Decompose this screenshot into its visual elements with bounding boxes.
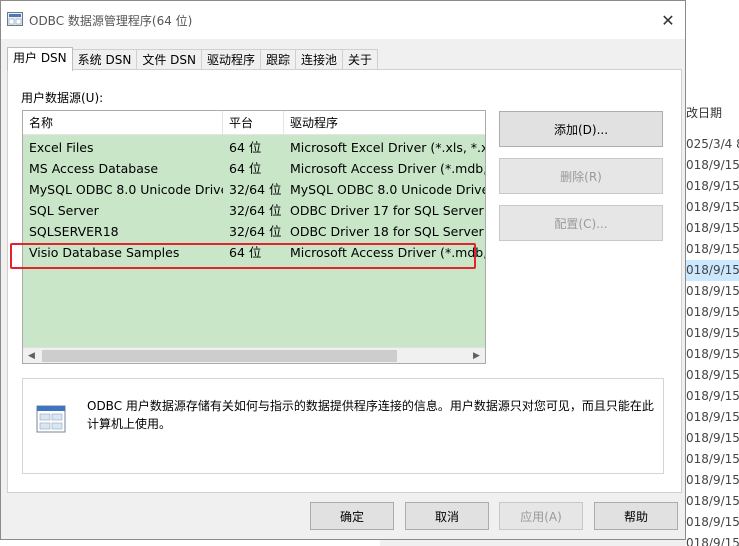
bg-date-item[interactable]: 018/9/15 [686,512,739,533]
row-name: Excel Files [29,140,94,155]
bg-date-item[interactable]: 018/9/15 [686,155,739,176]
bg-column-header-date[interactable]: 改日期 [686,104,722,121]
odbc-app-icon [7,12,23,26]
list-row-sql-server[interactable]: SQL Server 32/64 位 ODBC Driver 17 for SQ… [23,200,485,221]
row-name: Visio Database Samples [29,245,180,260]
data-source-icon [36,405,66,433]
column-header-platform[interactable]: 平台 [223,111,284,135]
configure-button[interactable]: 配置(C)... [499,205,663,241]
tab-file-dsn[interactable]: 文件 DSN [136,49,202,70]
help-button[interactable]: 帮助 [594,502,678,530]
titlebar: ODBC 数据源管理程序(64 位) ✕ [1,1,685,39]
list-header: 名称 平台 驱动程序 [23,111,485,135]
scroll-left-arrow-icon[interactable]: ◀ [23,348,40,363]
bg-date-item[interactable]: 018/9/15 [686,323,739,344]
row-name: MySQL ODBC 8.0 Unicode Driver [29,182,223,197]
bg-date-item[interactable]: 018/9/15 [686,428,739,449]
bg-date-item[interactable]: 018/9/15 [686,365,739,386]
bg-date-item[interactable]: 018/9/15 [686,407,739,428]
tab-tracing[interactable]: 跟踪 [259,49,296,70]
close-button[interactable]: ✕ [651,1,685,39]
bg-date-item[interactable]: 018/9/15 [686,533,739,546]
column-header-name[interactable]: 名称 [23,111,223,135]
bg-date-item[interactable]: 018/9/15 [686,491,739,512]
row-name: SQLSERVER18 [29,224,119,239]
bg-date-item[interactable]: 018/9/15 [686,344,739,365]
bg-date-item[interactable]: 025/3/4 8 [686,134,739,155]
close-icon: ✕ [661,10,675,30]
column-header-driver[interactable]: 驱动程序 [284,111,485,135]
user-data-sources-label: 用户数据源(U): [21,91,104,105]
bg-date-item[interactable]: 018/9/15 [686,260,739,281]
bg-date-item[interactable]: 018/9/15 [686,239,739,260]
list-row-ms-access[interactable]: MS Access Database 64 位 Microsoft Access… [23,158,485,179]
odbc-dialog: ODBC 数据源管理程序(64 位) ✕ 用户 DSN 系统 DSN 文件 DS… [0,0,686,540]
bg-date-item[interactable]: 018/9/15 [686,281,739,302]
row-platform: 64 位 [229,245,262,260]
info-description: ODBC 用户数据源存储有关如何与指示的数据提供程序连接的信息。用户数据源只对您… [87,399,654,431]
row-name: SQL Server [29,203,99,218]
bg-date-item[interactable]: 018/9/15 [686,176,739,197]
row-platform: 32/64 位 [229,224,282,239]
tab-drivers[interactable]: 驱动程序 [200,49,261,70]
row-driver: ODBC Driver 17 for SQL Server [290,203,484,218]
row-name: MS Access Database [29,161,159,176]
bg-date-item[interactable]: 018/9/15 [686,449,739,470]
tab-strip: 用户 DSN 系统 DSN 文件 DSN 驱动程序 跟踪 连接池 关于 [7,47,379,71]
row-driver: Microsoft Excel Driver (*.xls, *.xlsx [290,140,485,155]
row-driver: Microsoft Access Driver (*.mdb, * [290,161,485,176]
window-title: ODBC 数据源管理程序(64 位) [29,14,193,28]
row-driver: Microsoft Access Driver (*.mdb, * [290,245,485,260]
scrollbar-thumb[interactable] [42,350,397,362]
row-driver: ODBC Driver 18 for SQL Server [290,224,484,239]
row-platform: 32/64 位 [229,203,282,218]
bg-date-item[interactable]: 018/9/15 [686,302,739,323]
cancel-button[interactable]: 取消 [405,502,489,530]
scroll-right-arrow-icon[interactable]: ▶ [468,348,485,363]
list-row-sqlserver18[interactable]: SQLSERVER18 32/64 位 ODBC Driver 18 for S… [23,221,485,242]
row-driver: MySQL ODBC 8.0 Unicode Driver [290,182,485,197]
bg-bottom-strip [380,540,686,546]
list-row-mysql[interactable]: MySQL ODBC 8.0 Unicode Driver 32/64 位 My… [23,179,485,200]
list-row-excel-files[interactable]: Excel Files 64 位 Microsoft Excel Driver … [23,137,485,158]
tab-user-dsn[interactable]: 用户 DSN [7,47,73,71]
ok-button[interactable]: 确定 [310,502,394,530]
remove-button[interactable]: 删除(R) [499,158,663,194]
row-platform: 64 位 [229,161,262,176]
list-row-visio-samples[interactable]: Visio Database Samples 64 位 Microsoft Ac… [23,242,485,263]
horizontal-scrollbar[interactable]: ◀ ▶ [23,347,485,363]
tab-connection-pooling[interactable]: 连接池 [295,49,344,70]
bg-date-list: 025/3/4 8 018/9/15 018/9/15 018/9/15 018/9/1… [686,134,739,546]
tab-about[interactable]: 关于 [342,49,379,70]
row-platform: 64 位 [229,140,262,155]
bg-date-item[interactable]: 018/9/15 [686,197,739,218]
user-dsn-listview[interactable]: 名称 平台 驱动程序 Excel Files 64 位 Microsoft Ex… [22,110,486,364]
add-button[interactable]: 添加(D)... [499,111,663,147]
background-explorer-window: 改日期 025/3/4 8 018/9/15 018/9/15 018/9/15 018… [686,0,739,546]
bg-date-item[interactable]: 018/9/15 [686,218,739,239]
bg-date-item[interactable]: 018/9/15 [686,470,739,491]
user-dsn-panel: 用户数据源(U): 名称 平台 驱动程序 Excel Files 64 位 Mi… [7,69,682,493]
list-rows: Excel Files 64 位 Microsoft Excel Driver … [23,137,485,263]
info-box: ODBC 用户数据源存储有关如何与指示的数据提供程序连接的信息。用户数据源只对您… [22,378,664,474]
row-platform: 32/64 位 [229,182,282,197]
apply-button[interactable]: 应用(A) [499,502,583,530]
bg-date-item[interactable]: 018/9/15 [686,386,739,407]
tab-system-dsn[interactable]: 系统 DSN [71,49,138,70]
